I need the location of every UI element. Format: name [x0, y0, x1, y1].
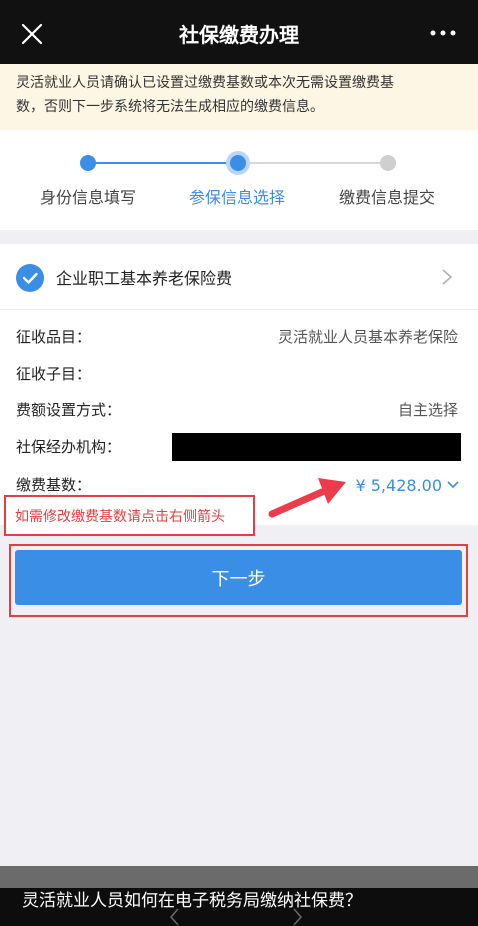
- step-label-2: 参保信息选择: [188, 188, 285, 207]
- chevron-right-icon[interactable]: [440, 268, 454, 286]
- notice-line-2: 数，否则下一步系统将无法生成相应的缴费信息。: [16, 99, 324, 115]
- step-line-todo: [237, 162, 387, 164]
- step-dot-3: [380, 155, 396, 171]
- step-dot-1: [80, 155, 96, 171]
- video-caption: 灵活就业人员如何在电子税务局缴纳社保费？: [22, 891, 362, 911]
- row-label-item: 征收品目：: [16, 328, 92, 346]
- page-title: 社保缴费办理: [179, 23, 299, 47]
- row-value-item: 灵活就业人员基本养老保险: [277, 328, 458, 346]
- annotation-box: 如需修改缴费基数请点击右侧箭头: [4, 495, 255, 536]
- top-bar: 社保缴费办理: [0, 0, 478, 64]
- step-label-3: 缴费信息提交: [338, 188, 435, 207]
- step-label-1: 身份信息填写: [39, 188, 136, 207]
- row-value-setting: 自主选择: [397, 401, 458, 419]
- check-icon[interactable]: [16, 264, 44, 292]
- chevron-down-icon[interactable]: [446, 480, 460, 490]
- annotation-hint: 如需修改缴费基数请点击右侧箭头: [15, 509, 225, 525]
- row-label-setting: 费额设置方式：: [16, 401, 122, 419]
- more-icon[interactable]: [430, 28, 456, 38]
- insurance-title: 企业职工基本养老保险费: [56, 269, 233, 288]
- insurance-panel: 企业职工基本养老保险费 征收品目： 灵活就业人员基本养老保险 征收子目： 费额设…: [0, 244, 478, 525]
- step-dot-2-inner: [230, 155, 246, 171]
- row-label-subitem: 征收子目：: [16, 365, 92, 383]
- progress-steps: 身份信息填写 参保信息选择 缴费信息提交: [0, 130, 478, 230]
- row-label-base: 缴费基数：: [16, 476, 92, 494]
- row-label-agency: 社保经办机构：: [16, 438, 122, 456]
- chevron-left-icon[interactable]: [168, 908, 180, 926]
- notice-line-1: 灵活就业人员请确认已设置过缴费基数或本次无需设置缴费基: [16, 75, 394, 91]
- next-step-button[interactable]: 下一步: [15, 550, 462, 605]
- chevron-right-nav-icon[interactable]: [292, 908, 304, 926]
- notice-banner: 灵活就业人员请确认已设置过缴费基数或本次无需设置缴费基 数，否则下一步系统将无法…: [0, 64, 478, 130]
- step-line-done: [88, 162, 237, 164]
- redacted-agency: [172, 433, 461, 461]
- insurance-header[interactable]: 企业职工基本养老保险费: [0, 244, 478, 310]
- caption-band: [0, 866, 478, 888]
- annotation-arrow-icon: [268, 478, 346, 518]
- base-amount[interactable]: ¥ 5,428.00: [355, 476, 442, 495]
